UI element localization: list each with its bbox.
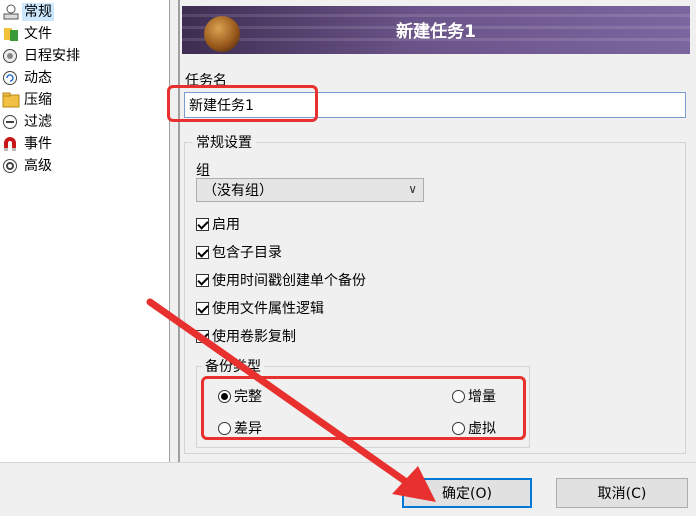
backup-full-label: 完整 xyxy=(234,389,262,405)
include-subdirs-checkbox-row[interactable]: 包含子目录 xyxy=(196,242,282,262)
timestamp-backup-checkbox[interactable] xyxy=(196,273,209,287)
include-subdirs-checkbox[interactable] xyxy=(196,245,209,259)
file-attribute-checkbox[interactable] xyxy=(196,301,209,315)
sidebar-item-label: 过滤 xyxy=(24,114,52,130)
general-icon xyxy=(2,4,20,20)
backup-differential-radio[interactable] xyxy=(218,421,231,435)
group-dropdown-value: （没有组） xyxy=(203,183,273,199)
task-name-input[interactable] xyxy=(184,92,686,118)
task-name-label: 任务名 xyxy=(185,73,227,89)
sidebar-item-label: 文件 xyxy=(24,26,52,42)
group-dropdown[interactable]: （没有组） ∨ xyxy=(196,178,424,202)
schedule-icon xyxy=(2,48,20,64)
dynamic-icon xyxy=(2,70,20,86)
shadow-copy-label: 使用卷影复制 xyxy=(212,329,296,345)
shadow-copy-checkbox[interactable] xyxy=(196,329,209,343)
gear-icon xyxy=(2,158,20,174)
file-attribute-label: 使用文件属性逻辑 xyxy=(212,301,324,317)
sidebar-item-advanced[interactable]: 高级 xyxy=(2,156,166,176)
banner-title: 新建任务1 xyxy=(396,22,476,42)
task-banner: 新建任务1 xyxy=(182,6,690,54)
sidebar-item-event[interactable]: 事件 xyxy=(2,134,166,154)
backup-virtual-radio-row[interactable]: 虚拟 xyxy=(452,418,496,438)
sidebar-item-dynamic[interactable]: 动态 xyxy=(2,68,166,88)
sidebar-item-label: 常规 xyxy=(22,3,54,21)
enable-checkbox[interactable] xyxy=(196,217,209,231)
sidebar-item-label: 日程安排 xyxy=(24,48,80,64)
backup-differential-label: 差异 xyxy=(234,421,262,437)
sidebar-item-label: 高级 xyxy=(24,158,52,174)
backup-full-radio-row[interactable]: 完整 xyxy=(218,386,262,406)
chevron-down-icon: ∨ xyxy=(408,182,417,196)
include-subdirs-label: 包含子目录 xyxy=(212,245,282,261)
backup-full-radio[interactable] xyxy=(218,389,231,403)
sidebar-nav: 常规 文件 日程安排 动态 压缩 过滤 事件 高级 xyxy=(0,0,170,462)
timestamp-backup-checkbox-row[interactable]: 使用时间戳创建单个备份 xyxy=(196,270,366,290)
magnet-icon xyxy=(2,136,20,152)
file-icon xyxy=(2,26,20,42)
sidebar-item-file[interactable]: 文件 xyxy=(2,24,166,44)
backup-virtual-radio[interactable] xyxy=(452,421,465,435)
group-label: 组 xyxy=(196,163,210,179)
sidebar-item-label: 压缩 xyxy=(24,92,52,108)
cancel-button[interactable]: 取消(C) xyxy=(556,478,688,508)
timestamp-backup-label: 使用时间戳创建单个备份 xyxy=(212,273,366,289)
sidebar-item-compress[interactable]: 压缩 xyxy=(2,90,166,110)
sidebar-item-schedule[interactable]: 日程安排 xyxy=(2,46,166,66)
sidebar-item-filter[interactable]: 过滤 xyxy=(2,112,166,132)
sidebar-item-label: 事件 xyxy=(24,136,52,152)
backup-differential-radio-row[interactable]: 差异 xyxy=(218,418,262,438)
footer-separator xyxy=(0,462,696,463)
backup-incremental-label: 增量 xyxy=(468,389,496,405)
compress-icon xyxy=(2,92,20,108)
backup-incremental-radio[interactable] xyxy=(452,389,465,403)
backup-incremental-radio-row[interactable]: 增量 xyxy=(452,386,496,406)
shadow-copy-checkbox-row[interactable]: 使用卷影复制 xyxy=(196,326,296,346)
ok-button[interactable]: 确定(O) xyxy=(402,478,532,508)
filter-icon xyxy=(2,114,20,130)
file-attribute-checkbox-row[interactable]: 使用文件属性逻辑 xyxy=(196,298,324,318)
sidebar-item-label: 动态 xyxy=(24,70,52,86)
backup-virtual-label: 虚拟 xyxy=(468,421,496,437)
sidebar-item-general[interactable]: 常规 xyxy=(2,2,166,22)
enable-checkbox-row[interactable]: 启用 xyxy=(196,214,240,234)
enable-label: 启用 xyxy=(212,217,240,233)
panel-divider[interactable] xyxy=(178,0,180,462)
backup-type-legend: 备份类型 xyxy=(202,356,264,376)
general-settings-legend: 常规设置 xyxy=(192,132,256,152)
